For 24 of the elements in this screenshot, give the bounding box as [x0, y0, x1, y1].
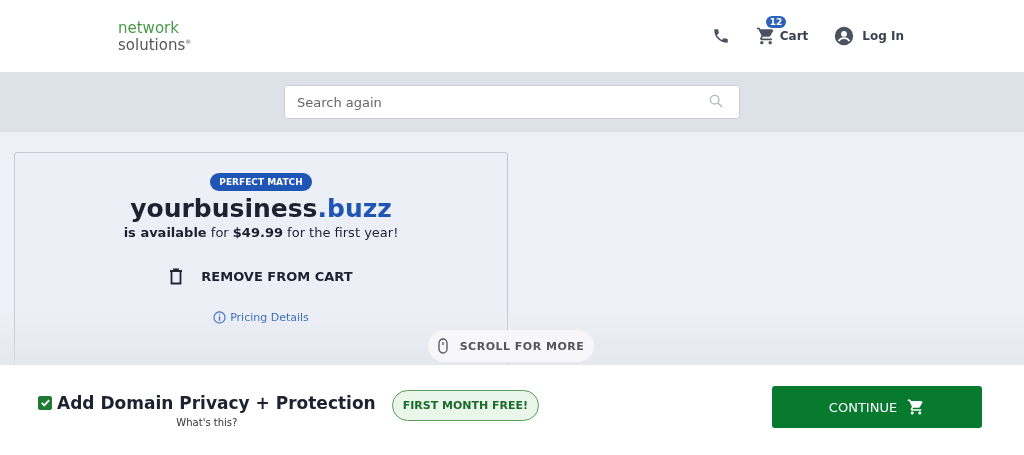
logo-text[interactable]: network [118, 20, 192, 35]
privacy-checkbox[interactable] [38, 395, 52, 410]
pricing-details-link[interactable]: Pricing Details [213, 311, 309, 324]
trash-icon [169, 268, 184, 285]
domain-name: yourbusiness [130, 194, 318, 223]
cart-icon[interactable] [755, 26, 776, 46]
login-link[interactable]: Log In [862, 29, 904, 43]
scroll-for-more-hint: SCROLL FOR MORE [428, 330, 594, 362]
remove-from-cart-button[interactable]: REMOVE FROM CART [165, 264, 357, 289]
match-badge: PERFECT MATCH [210, 173, 312, 191]
continue-button[interactable]: CONTINUE [772, 386, 982, 428]
info-icon [213, 311, 227, 324]
promo-badge: FIRST MONTH FREE! [391, 389, 540, 421]
logo-text[interactable]: solutions$^{®}$ [118, 34, 192, 52]
search-field[interactable]: Search again [284, 85, 740, 119]
whats-this-link[interactable]: What's this? [176, 416, 238, 428]
cart-link[interactable]: Cart [779, 29, 809, 43]
user-icon[interactable] [834, 26, 855, 46]
privacy-label: Add Domain Privacy + Protection [57, 392, 376, 413]
availability-text: is available for $49.99 for the first year! [123, 225, 399, 240]
domain-extension: .buzz [317, 194, 392, 223]
cart-count-badge: 12 [765, 16, 787, 28]
mouse-icon [437, 338, 448, 354]
phone-icon[interactable] [711, 27, 730, 45]
